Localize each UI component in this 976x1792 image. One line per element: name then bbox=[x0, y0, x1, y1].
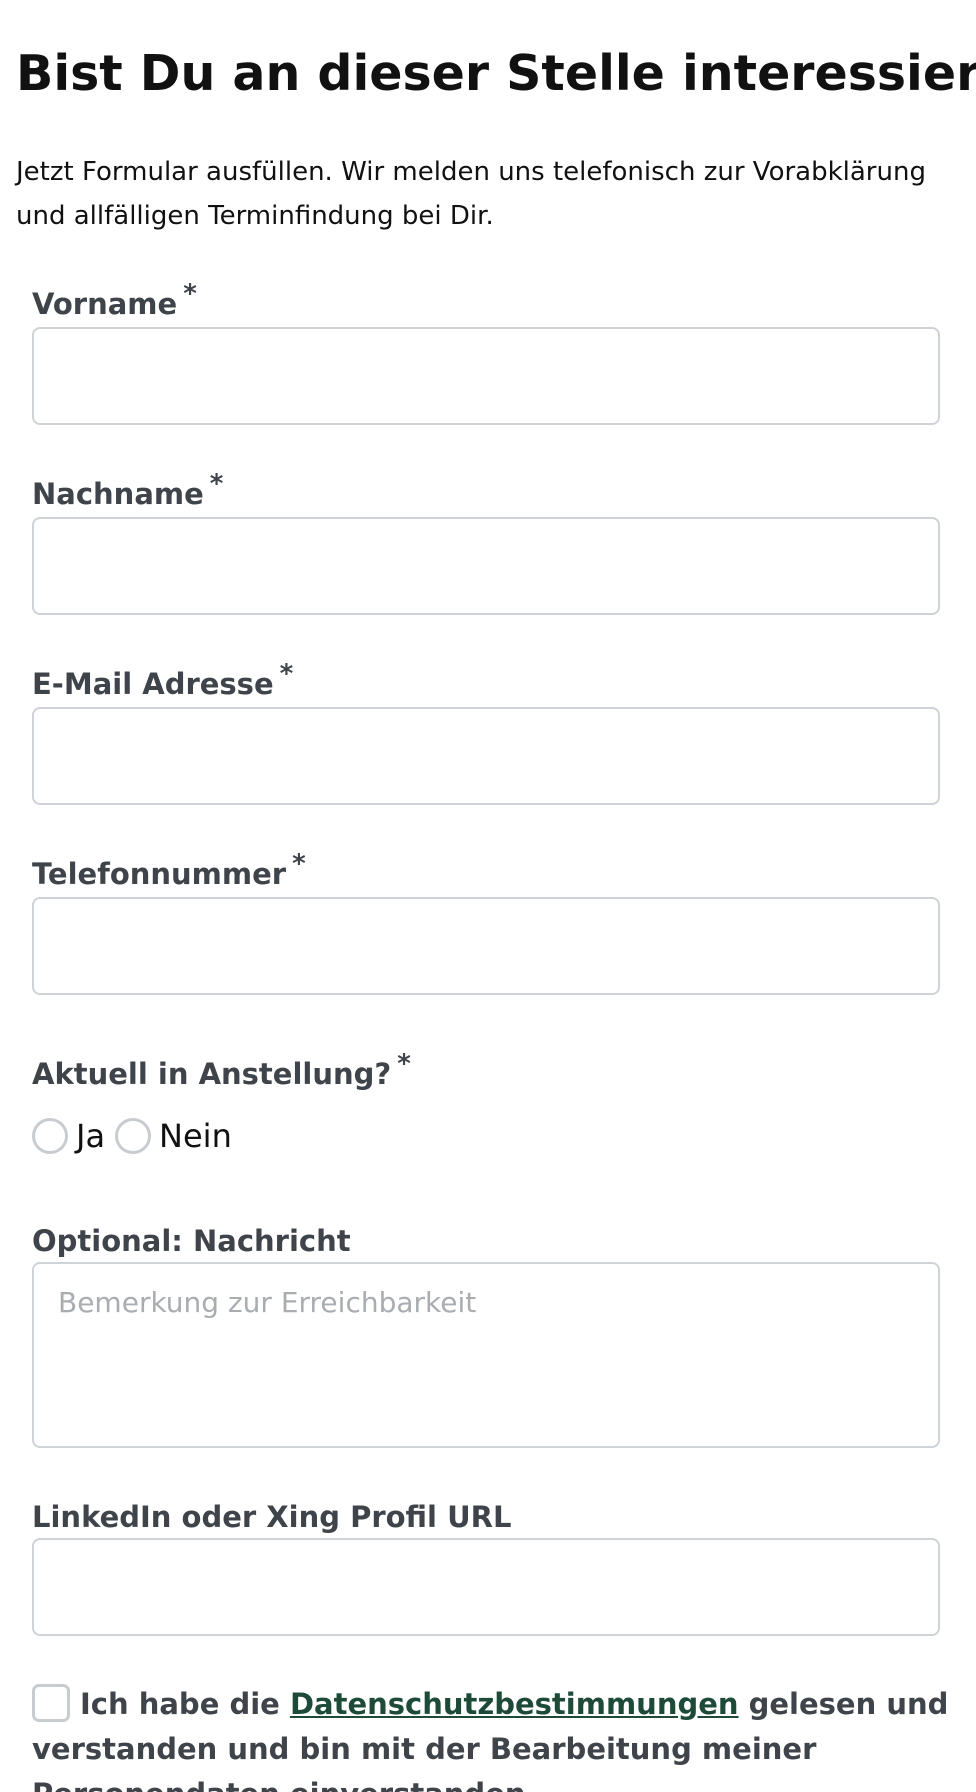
radio-option-ja[interactable]: Ja bbox=[32, 1114, 105, 1158]
required-asterisk: * bbox=[209, 469, 224, 499]
nachname-label-text: Nachname bbox=[32, 477, 204, 511]
required-asterisk: * bbox=[279, 659, 294, 689]
telefon-input[interactable] bbox=[32, 897, 940, 995]
anstellung-radio-group: Ja Nein bbox=[32, 1114, 242, 1158]
page-title: Bist Du an dieser Stelle interessiert? bbox=[16, 45, 976, 102]
consent-prefix: Ich habe die bbox=[80, 1687, 290, 1721]
telefon-label: Telefonnummer * bbox=[32, 849, 306, 894]
radio-button-nein[interactable] bbox=[115, 1118, 152, 1154]
profil-url-label: LinkedIn oder Xing Profil URL bbox=[32, 1500, 512, 1534]
profil-url-input[interactable] bbox=[32, 1538, 940, 1636]
required-asterisk: * bbox=[292, 849, 306, 879]
application-form-page: Bist Du an dieser Stelle interessiert? J… bbox=[0, 0, 976, 1792]
required-asterisk: * bbox=[397, 1049, 411, 1079]
consent-statement: Ich habe die Datenschutzbestimmungen gel… bbox=[32, 1682, 952, 1792]
anstellung-label: Aktuell in Anstellung? * bbox=[32, 1049, 411, 1094]
vorname-label-text: Vorname bbox=[32, 287, 178, 321]
radio-option-nein[interactable]: Nein bbox=[115, 1114, 232, 1158]
email-label-text: E-Mail Adresse bbox=[32, 667, 274, 701]
telefon-label-text: Telefonnummer bbox=[32, 857, 287, 891]
vorname-input[interactable] bbox=[32, 327, 940, 425]
required-asterisk: * bbox=[183, 279, 197, 309]
anstellung-label-text: Aktuell in Anstellung? bbox=[32, 1057, 392, 1091]
intro-text: Jetzt Formular ausfüllen. Wir melden uns… bbox=[16, 157, 926, 231]
nachricht-label: Optional: Nachricht bbox=[32, 1224, 351, 1258]
nachname-label: Nachname * bbox=[32, 469, 223, 514]
privacy-policy-link[interactable]: Datenschutzbestimmungen bbox=[290, 1687, 739, 1721]
nachricht-textarea[interactable] bbox=[32, 1262, 940, 1448]
radio-label-ja: Ja bbox=[76, 1117, 106, 1155]
radio-label-nein: Nein bbox=[159, 1117, 232, 1155]
email-label: E-Mail Adresse * bbox=[32, 659, 293, 704]
consent-checkbox[interactable] bbox=[32, 1684, 70, 1722]
radio-button-ja[interactable] bbox=[32, 1118, 68, 1154]
email-input[interactable] bbox=[32, 707, 940, 805]
vorname-label: Vorname * bbox=[32, 279, 197, 324]
nachname-input[interactable] bbox=[32, 517, 940, 615]
